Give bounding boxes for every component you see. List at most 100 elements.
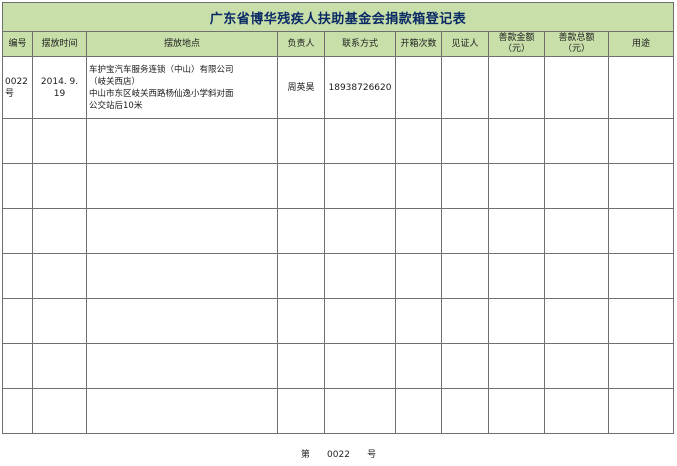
cell-number[interactable]: [2, 208, 33, 254]
cell-amount[interactable]: [488, 56, 545, 119]
cell-open-count[interactable]: [395, 388, 442, 434]
cell-number[interactable]: [2, 118, 33, 164]
cell-open-count[interactable]: [395, 298, 442, 344]
cell-contact[interactable]: [324, 118, 396, 164]
cell-contact[interactable]: [324, 343, 396, 389]
header-time: 摆放时间: [32, 31, 87, 57]
cell-contact[interactable]: [324, 298, 396, 344]
location-line: 中山市东区岐关西路杨仙逸小学斜对面: [89, 88, 234, 99]
cell-time[interactable]: [32, 298, 87, 344]
cell-time[interactable]: [32, 163, 87, 209]
header-location: 摆放地点: [86, 31, 278, 57]
cell-total[interactable]: [544, 298, 609, 344]
form-title: 广东省博华残疾人扶助基金会捐款箱登记表: [1, 2, 675, 32]
cell-owner[interactable]: [277, 253, 325, 299]
cell-location[interactable]: [86, 298, 278, 344]
header-total-line2: （元）: [562, 44, 590, 54]
cell-time[interactable]: [32, 388, 87, 434]
cell-location[interactable]: [86, 208, 278, 254]
cell-witness[interactable]: [441, 388, 489, 434]
cell-amount[interactable]: [488, 163, 545, 209]
cell-number[interactable]: 0022 号: [2, 56, 33, 119]
cell-time[interactable]: [32, 343, 87, 389]
location-line: 车护宝汽车服务连锁（中山）有限公司: [89, 64, 234, 75]
cell-contact[interactable]: [324, 208, 396, 254]
cell-open-count[interactable]: [395, 56, 442, 119]
cell-witness[interactable]: [441, 253, 489, 299]
table-row: [2, 343, 675, 389]
cell-number[interactable]: [2, 298, 33, 344]
table-row: [2, 388, 675, 434]
cell-owner[interactable]: [277, 163, 325, 209]
number-line2: 号: [5, 88, 15, 99]
cell-contact[interactable]: [324, 163, 396, 209]
cell-open-count[interactable]: [395, 343, 442, 389]
cell-witness[interactable]: [441, 208, 489, 254]
cell-witness[interactable]: [441, 118, 489, 164]
cell-contact[interactable]: [324, 388, 396, 434]
cell-time[interactable]: [32, 118, 87, 164]
cell-usage[interactable]: [607, 388, 675, 434]
cell-contact[interactable]: 18938726620: [324, 56, 396, 119]
cell-usage[interactable]: [607, 208, 675, 254]
cell-time[interactable]: [32, 253, 87, 299]
cell-amount[interactable]: [488, 208, 545, 254]
cell-usage[interactable]: [607, 163, 675, 209]
cell-location[interactable]: [86, 118, 278, 164]
cell-usage[interactable]: [607, 298, 675, 344]
cell-usage[interactable]: [607, 118, 675, 164]
cell-owner[interactable]: [277, 118, 325, 164]
cell-witness[interactable]: [441, 298, 489, 344]
cell-location[interactable]: [86, 388, 278, 434]
cell-amount[interactable]: [488, 388, 545, 434]
cell-usage[interactable]: [607, 343, 675, 389]
cell-number[interactable]: [2, 343, 33, 389]
cell-amount[interactable]: [488, 343, 545, 389]
cell-witness[interactable]: [441, 163, 489, 209]
cell-location[interactable]: [86, 253, 278, 299]
cell-total[interactable]: [544, 388, 609, 434]
table-row: [2, 118, 675, 164]
cell-open-count[interactable]: [395, 118, 442, 164]
cell-usage[interactable]: [607, 56, 675, 119]
cell-location[interactable]: 车护宝汽车服务连锁（中山）有限公司 （岐关西店） 中山市东区岐关西路杨仙逸小学斜…: [86, 56, 278, 119]
cell-number[interactable]: [2, 253, 33, 299]
header-number: 编号: [2, 31, 33, 57]
cell-witness[interactable]: [441, 56, 489, 119]
header-witness: 见证人: [441, 31, 489, 57]
cell-total[interactable]: [544, 343, 609, 389]
cell-contact[interactable]: [324, 253, 396, 299]
cell-total[interactable]: [544, 56, 609, 119]
cell-total[interactable]: [544, 208, 609, 254]
table-row: [2, 253, 675, 299]
cell-amount[interactable]: [488, 118, 545, 164]
cell-number[interactable]: [2, 163, 33, 209]
number-line1: 0022: [5, 76, 28, 87]
cell-number[interactable]: [2, 388, 33, 434]
cell-location[interactable]: [86, 343, 278, 389]
cell-usage[interactable]: [607, 253, 675, 299]
table-row: [2, 208, 675, 254]
footer-prefix: 第: [300, 450, 310, 460]
cell-owner[interactable]: [277, 343, 325, 389]
cell-total[interactable]: [544, 253, 609, 299]
footer-suffix: 号: [367, 450, 377, 460]
header-row: 编号 摆放时间 摆放地点 负责人 联系方式 开箱次数 见证人 善款金额 （元） …: [2, 31, 675, 57]
cell-time[interactable]: [32, 208, 87, 254]
cell-open-count[interactable]: [395, 163, 442, 209]
cell-total[interactable]: [544, 118, 609, 164]
cell-open-count[interactable]: [395, 208, 442, 254]
cell-time[interactable]: 2014. 9. 19: [32, 56, 87, 119]
cell-owner[interactable]: 周英昊: [277, 56, 325, 119]
cell-owner[interactable]: [277, 388, 325, 434]
cell-amount[interactable]: [488, 298, 545, 344]
cell-total[interactable]: [544, 163, 609, 209]
cell-amount[interactable]: [488, 253, 545, 299]
cell-location[interactable]: [86, 163, 278, 209]
header-total: 善款总额 （元）: [544, 31, 609, 57]
cell-owner[interactable]: [277, 298, 325, 344]
cell-witness[interactable]: [441, 343, 489, 389]
cell-owner[interactable]: [277, 208, 325, 254]
cell-open-count[interactable]: [395, 253, 442, 299]
header-owner: 负责人: [277, 31, 325, 57]
